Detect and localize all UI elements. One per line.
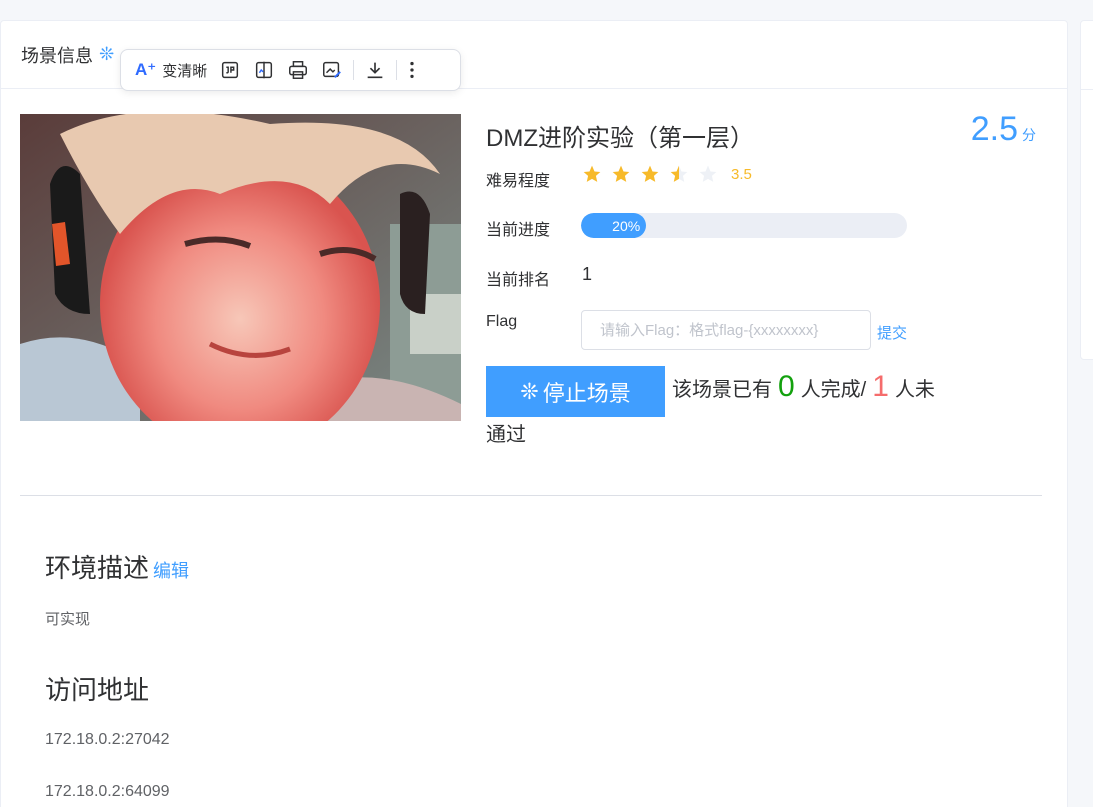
ocr-icon — [222, 61, 239, 79]
loading-icon: ❊ — [99, 44, 115, 64]
more-button[interactable] — [401, 55, 423, 85]
difficulty-label: 难易程度 — [486, 173, 551, 190]
ai-icon: A⁺ — [135, 60, 157, 79]
rating-text: 3.5 — [731, 165, 752, 183]
download-icon — [367, 62, 383, 79]
score-unit: 分 — [1022, 127, 1036, 143]
star-icon — [583, 165, 601, 182]
download-button[interactable] — [358, 55, 392, 85]
star-icon — [612, 165, 630, 182]
rank-label: 当前排名 — [486, 272, 551, 289]
print-button[interactable] — [281, 55, 315, 85]
edit-image-button[interactable] — [315, 55, 349, 85]
edit-link[interactable]: 编辑 — [153, 561, 189, 581]
environment-heading: 环境描述 编辑 — [45, 548, 189, 585]
environment-description: 可实现 — [45, 611, 91, 628]
rank-value: 1 — [582, 264, 593, 284]
not-passed-suffix: 人未 — [894, 379, 935, 401]
star-empty-icon — [699, 165, 717, 182]
page-title: 场景信息 — [21, 45, 93, 66]
completed-count: 0 — [778, 370, 795, 403]
submit-link[interactable]: 提交 — [877, 322, 907, 343]
scene-title: DMZ进阶实验（第一层） — [486, 125, 754, 152]
more-vertical-icon — [410, 61, 414, 79]
stats-prefix: 该场景已有 — [672, 379, 772, 401]
section-divider — [20, 495, 1042, 496]
enhance-label: 变清晰 — [162, 62, 208, 80]
ocr-button[interactable] — [213, 55, 247, 85]
completed-suffix: 人完成/ — [800, 379, 867, 401]
access-address[interactable]: 172.18.0.2:64099 — [45, 783, 170, 801]
score: 2.5 分 — [971, 110, 1036, 149]
star-icon — [641, 165, 659, 182]
progress-text: 20% — [612, 217, 641, 234]
enhance-button[interactable]: A⁺ 变清晰 — [129, 55, 213, 85]
star-half-icon — [670, 165, 688, 182]
toolbar-divider — [353, 60, 355, 80]
scene-image — [20, 114, 461, 421]
stop-scene-label: 停止场景 — [542, 380, 631, 406]
compare-button[interactable] — [247, 55, 281, 85]
image-edit-icon — [323, 61, 342, 78]
print-icon — [289, 61, 308, 79]
side-card — [1080, 20, 1093, 360]
stop-scene-button[interactable]: ❊ 停止场景 — [486, 366, 665, 417]
environment-title: 环境描述 — [45, 553, 150, 583]
score-value: 2.5 — [970, 110, 1018, 148]
progress-label: 当前进度 — [486, 222, 551, 239]
progress-bar: 20% — [581, 213, 907, 238]
toolbar-divider — [396, 60, 398, 80]
completion-stats: 该场景已有 0 人完成/ 1 人未 — [672, 370, 935, 404]
progress-fill: 20% — [581, 213, 647, 238]
flag-input[interactable] — [581, 310, 871, 350]
image-toolbar: A⁺ 变清晰 — [120, 49, 461, 91]
compare-icon — [256, 61, 273, 79]
difficulty-rating: 3.5 — [582, 164, 752, 184]
loading-icon: ❊ — [520, 378, 539, 404]
access-address[interactable]: 172.18.0.2:27042 — [45, 731, 170, 749]
not-passed-count: 1 — [872, 370, 889, 403]
stats-line2: 通过 — [486, 424, 526, 446]
access-title: 访问地址 — [45, 675, 150, 705]
flag-label: Flag — [486, 313, 518, 330]
